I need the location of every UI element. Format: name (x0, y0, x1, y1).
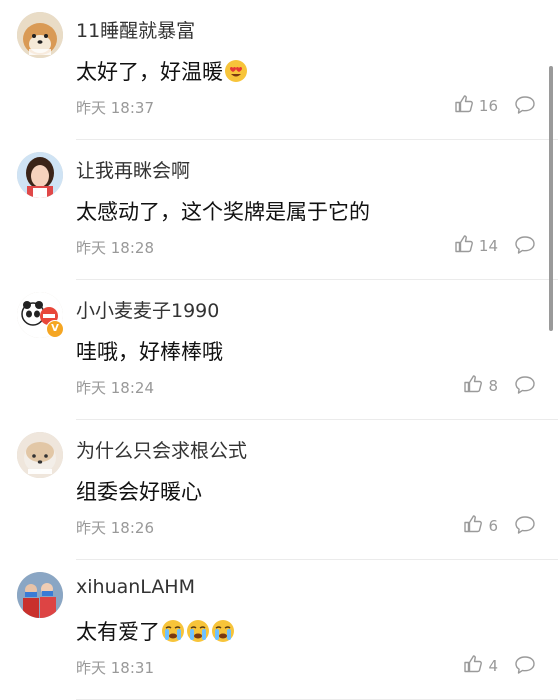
scrollbar[interactable] (549, 66, 553, 331)
comment-text: 组委会好暖心 (76, 480, 202, 504)
thumbs-up-icon (454, 234, 479, 258)
like-button[interactable]: 4 (463, 654, 498, 678)
thumbs-up-icon (463, 654, 488, 678)
comment-item[interactable]: 让我再眯会啊太感动了，这个奖牌是属于它的昨天 18:28 14 (0, 140, 558, 280)
like-button[interactable]: 16 (454, 94, 498, 118)
comment-text-row: 太感动了，这个奖牌是属于它的 (76, 196, 370, 226)
comment-item[interactable]: 为什么只会求根公式 组委会好暖心昨天 18:26 6 (0, 420, 558, 560)
comment-text-row: 哇哦，好棒棒哦 (76, 336, 223, 366)
comment-username[interactable]: 小小麦麦子1990 (76, 296, 219, 323)
reply-bubble-icon[interactable] (514, 655, 536, 675)
comment-time: 昨天 18:31 (76, 659, 154, 677)
comment-time: 昨天 18:24 (76, 379, 154, 397)
crying-emoji (186, 619, 210, 643)
comment-time: 昨天 18:28 (76, 239, 154, 257)
comment-username[interactable]: 11睡醒就暴富 (76, 16, 195, 43)
comment-text-row: 太好了，好温暖 (76, 56, 248, 86)
heart-eyes-emoji (224, 59, 248, 83)
comment-username[interactable]: xihuanLAHM (76, 576, 195, 598)
reply-bubble-icon[interactable] (514, 235, 536, 255)
like-count: 14 (478, 237, 498, 255)
crying-emoji (161, 619, 185, 643)
like-button[interactable]: 6 (463, 514, 498, 538)
like-button[interactable]: 14 (454, 234, 498, 258)
reply-bubble-icon[interactable] (514, 515, 536, 535)
comment-item[interactable]: 11睡醒就暴富太好了，好温暖昨天 18:37 16 (0, 0, 558, 140)
like-count: 4 (488, 657, 498, 675)
comment-text: 太好了，好温暖 (76, 60, 223, 84)
reply-bubble-icon[interactable] (514, 95, 536, 115)
dog-avatar[interactable] (17, 432, 63, 478)
thumbs-up-icon (463, 514, 488, 538)
reply-bubble-icon[interactable] (514, 375, 536, 395)
comment-item[interactable]: xihuanLAHM 太有爱了昨天 18:31 4 (0, 560, 558, 700)
comment-text: 哇哦，好棒棒哦 (76, 340, 223, 364)
thumbs-up-icon (454, 94, 479, 118)
comment-time: 昨天 18:37 (76, 99, 154, 117)
comment-text-row: 太有爱了 (76, 616, 235, 646)
comment-item[interactable]: V 小小麦麦子1990 哇哦，好棒棒哦昨天 18:24 8 (0, 280, 558, 420)
comment-text: 太感动了，这个奖牌是属于它的 (76, 200, 370, 224)
shiba-dog-avatar[interactable] (17, 12, 63, 58)
comment-text-row: 组委会好暖心 (76, 476, 202, 506)
comment-list: 11睡醒就暴富太好了，好温暖昨天 18:37 16 让我再眯会啊太感动了，这个奖牌是… (0, 0, 558, 700)
girl-avatar[interactable] (17, 152, 63, 198)
like-count: 8 (488, 377, 498, 395)
comment-username[interactable]: 为什么只会求根公式 (76, 436, 247, 463)
like-count: 6 (488, 517, 498, 535)
like-button[interactable]: 8 (463, 374, 498, 398)
crying-emoji (211, 619, 235, 643)
comment-time: 昨天 18:26 (76, 519, 154, 537)
like-count: 16 (478, 97, 498, 115)
comment-username[interactable]: 让我再眯会啊 (76, 156, 190, 183)
verified-badge: V (46, 320, 64, 338)
comment-text: 太有爱了 (76, 620, 160, 644)
thumbs-up-icon (463, 374, 488, 398)
group-photo-avatar[interactable] (17, 572, 63, 618)
